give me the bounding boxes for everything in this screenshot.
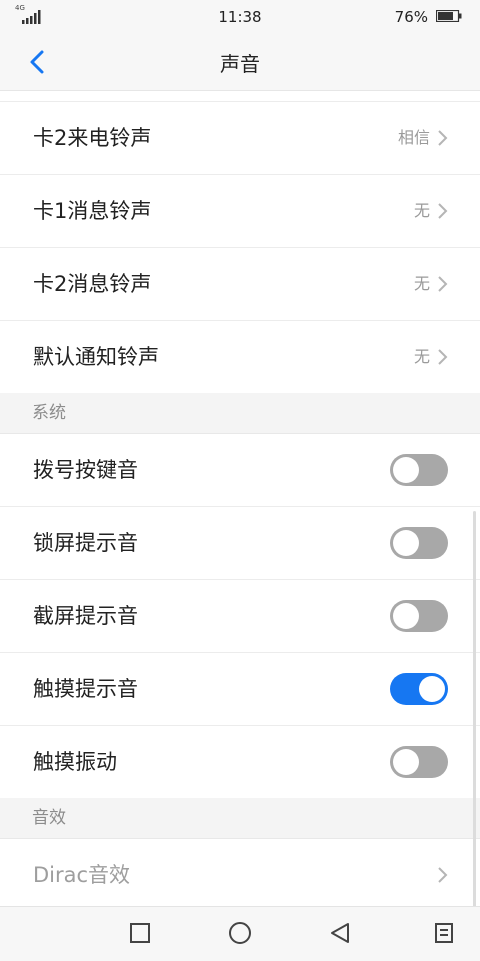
square-icon[interactable] [128,921,152,945]
toggle-knob [419,676,445,702]
row-value: 无 [413,274,430,293]
circle-icon[interactable] [228,921,252,945]
row-screenshot-sound: 截屏提示音 [0,580,480,653]
row-card1-message-ringtone[interactable]: 卡1消息铃声 无 [0,175,480,248]
row-value: 相信 [397,128,430,147]
toggle-knob [393,457,419,483]
section-header-system: 系统 [0,393,480,434]
row-default-notification[interactable]: 默认通知铃声 无 [0,321,480,393]
row-card2-message-ringtone[interactable]: 卡2消息铃声 无 [0,248,480,321]
system-group: 拨号按键音 锁屏提示音 截屏提示音 触摸提示音 触摸振动 [0,434,480,798]
toggle-switch[interactable] [390,527,448,559]
chevron-right-icon [438,203,448,219]
page-title: 声音 [220,52,260,76]
menu-icon[interactable] [432,921,456,945]
chevron-right-icon [438,349,448,365]
toggle-switch[interactable] [390,454,448,486]
chevron-right-icon [438,867,448,883]
effects-group: Dirac音效 [0,839,480,906]
chevron-right-icon [438,130,448,146]
row-touch-sound: 触摸提示音 [0,653,480,726]
row-label: 卡2来电铃声 [33,126,152,150]
toggle-knob [393,603,419,629]
row-touch-vibration: 触摸振动 [0,726,480,798]
chevron-right-icon [438,276,448,292]
row-label: 拨号按键音 [33,458,138,482]
row-label: 截屏提示音 [33,604,138,628]
row-lock-sound: 锁屏提示音 [0,507,480,580]
triangle-back-icon[interactable] [328,921,352,945]
row-label: Dirac音效 [33,863,131,887]
scrollbar[interactable] [473,511,476,906]
toggle-knob [393,749,419,775]
row-label: 默认通知铃声 [33,345,159,369]
row-value: 无 [413,347,430,366]
toggle-switch[interactable] [390,746,448,778]
row-label: 卡1消息铃声 [33,199,152,223]
navigation-bar [0,906,480,961]
section-header-effects: 音效 [0,798,480,839]
row-card2-call-ringtone[interactable]: 卡2来电铃声 相信 [0,102,480,175]
row-dial-tone: 拨号按键音 [0,434,480,507]
status-bar: 4G 11:38 76% [0,0,480,34]
row-label: 触摸提示音 [33,677,138,701]
settings-list[interactable]: 卡2来电铃声 相信 卡1消息铃声 无 卡2消息铃声 无 默认通知铃声 无 系统 … [0,91,480,906]
row-label: 触摸振动 [33,750,117,774]
battery-percent: 76% [394,8,428,26]
row-label: 卡2消息铃声 [33,272,152,296]
partial-row [0,91,480,102]
row-dirac-effect[interactable]: Dirac音效 [0,839,480,906]
battery-icon [436,10,462,22]
toggle-knob [393,530,419,556]
row-value: 无 [413,201,430,220]
ringtone-group: 卡2来电铃声 相信 卡1消息铃声 无 卡2消息铃声 无 默认通知铃声 无 [0,102,480,393]
toggle-switch[interactable] [390,673,448,705]
app-header: 声音 [0,34,480,91]
row-label: 锁屏提示音 [33,531,138,555]
toggle-switch[interactable] [390,600,448,632]
